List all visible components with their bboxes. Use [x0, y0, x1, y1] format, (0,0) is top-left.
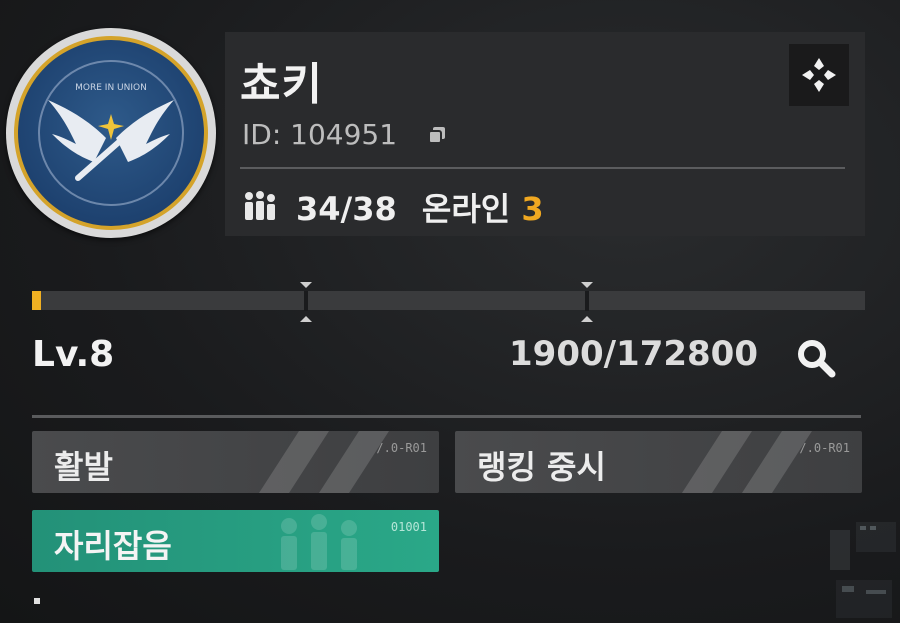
tag-code: 01001 [390, 520, 427, 534]
xp-progress-bar [32, 291, 865, 310]
guild-id: ID: 104951 [242, 118, 398, 151]
header-divider [240, 167, 845, 169]
tag-established: 자리잡음 01001 [32, 510, 439, 572]
tag-members-decoration [281, 514, 357, 570]
online-label: 온라인 [421, 190, 511, 228]
background-equipment [830, 522, 896, 618]
tag-label: 활발 [54, 448, 113, 486]
online-count: 3 [521, 190, 544, 228]
xp-value: 1900/172800 [509, 334, 758, 374]
crosshair-settings-icon [802, 58, 836, 92]
xp-progress-fill [32, 291, 42, 310]
member-count-row: 34/38 온라인 3 [296, 184, 544, 230]
section-divider [32, 415, 861, 418]
guild-level: Lv.8 [32, 334, 115, 375]
tag-label: 자리잡음 [54, 527, 172, 565]
emblem-wings-icon: MORE IN UNION [38, 60, 184, 206]
members-icon [240, 190, 280, 226]
settings-button[interactable] [789, 44, 849, 106]
tag-ranking-focused: 랭킹 중시 /.0-R01 [455, 431, 862, 493]
guild-name: 쵸키 [240, 59, 323, 110]
copy-icon[interactable] [426, 124, 448, 146]
member-count: 34/38 [296, 190, 397, 228]
page-indicator-dot [34, 598, 40, 604]
emblem-motto: MORE IN UNION [75, 83, 147, 93]
tag-active: 활발 /.0-R01 [32, 431, 439, 493]
guild-emblem: MORE IN UNION [6, 28, 216, 238]
tag-label: 랭킹 중시 [477, 448, 606, 486]
tag-code: /.0-R01 [799, 441, 850, 455]
tag-code: /.0-R01 [376, 441, 427, 455]
xp-milestone-marker [300, 282, 312, 322]
xp-milestone-marker [581, 282, 593, 322]
search-icon [798, 340, 836, 378]
search-button[interactable] [792, 334, 840, 382]
